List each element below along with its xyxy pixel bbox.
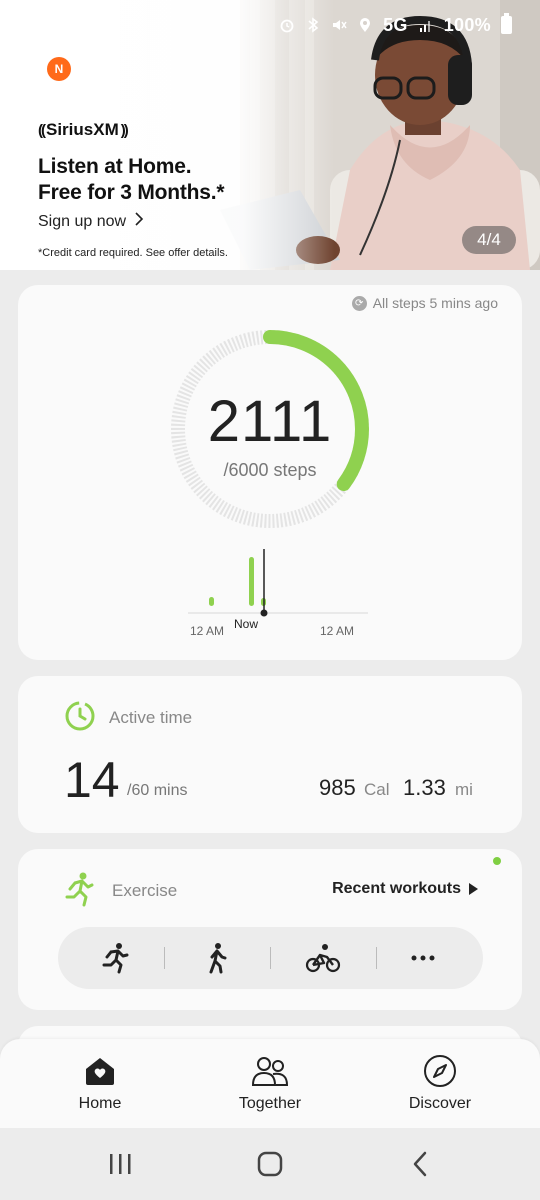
running-icon[interactable] [96,939,134,977]
alarm-icon [279,17,295,33]
location-icon [357,17,373,33]
exercise-runner-icon [65,872,94,907]
active-time-title: Active time [109,708,193,727]
calories-unit: Cal [364,780,390,799]
nav-discover[interactable]: Discover [375,1053,505,1113]
exercise-title: Exercise [112,881,178,900]
distance-value: 1.33 [403,775,446,800]
steps-goal: /6000 steps [223,460,317,480]
cycling-icon[interactable] [304,939,342,977]
separator [164,947,165,969]
promo-headline: Listen at Home. Free for 3 Months.* [38,154,225,206]
home-button[interactable] [250,1148,290,1180]
steps-card[interactable]: ⟳ All steps 5 mins ago 2111 /6000 steps … [18,285,522,660]
together-icon [205,1053,335,1089]
distance-unit: mi [455,780,473,799]
recent-apps-button[interactable] [100,1148,140,1180]
bottom-navigation: Home Together Discover [0,1039,540,1128]
bluetooth-icon [305,17,321,33]
nav-together-label: Together [238,1095,302,1112]
walking-icon[interactable] [198,939,236,977]
sign-up-label: Sign up now [38,212,127,230]
now-marker-dot [260,609,268,617]
separator [376,947,377,969]
chevron-right-icon [134,212,144,231]
radio-waves-icon: (( [38,121,46,139]
separator [270,947,271,969]
brand-name: SiriusXM [46,120,119,139]
nav-discover-label: Discover [408,1095,472,1112]
brand-logo: (( SiriusXM )) [38,120,129,140]
steps-count: 2111 [207,389,333,454]
timeline-bar [249,557,254,606]
calories-value: 985 [319,775,356,800]
chart-end-label: 12 AM [320,624,355,638]
recent-workouts-link[interactable]: Recent workouts [332,880,478,898]
recent-apps-icon [110,1154,131,1174]
mute-icon [331,17,347,33]
chart-start-label: 12 AM [190,624,225,638]
exercise-card[interactable]: Exercise Recent workouts [18,849,522,1010]
timer-icon [65,701,95,731]
battery-percent: 100% [443,14,491,35]
promo-banner[interactable]: 5G 100% N (( SiriusXM )) Listen at Home.… [0,0,540,270]
headline-line-2: Free for 3 Months.* [38,181,225,204]
sync-status: ⟳ All steps 5 mins ago [351,295,498,311]
nav-home[interactable]: Home [35,1053,165,1113]
headline-line-1: Listen at Home. [38,155,192,178]
compass-icon [375,1053,505,1089]
sign-up-link[interactable]: Sign up now [38,212,144,231]
sync-icon: ⟳ [351,295,367,311]
active-time-card[interactable]: Active time 14 /60 mins 985 Cal 1.33 mi [18,676,522,833]
banner-pager: 4/4 [462,226,516,254]
timeline-bar [209,597,214,606]
radio-waves-icon: )) [120,121,129,139]
active-time-goal: /60 mins [127,782,188,799]
system-navigation-bar [0,1128,540,1200]
more-icon[interactable] [404,939,442,977]
home-square-icon [257,1151,283,1177]
active-time-value: 14 [64,752,120,808]
nav-home-label: Home [78,1095,122,1112]
sync-text: All steps 5 mins ago [372,295,498,311]
battery-icon [501,13,512,34]
chart-now-label: Now [234,617,259,631]
quick-workout-bar [58,927,483,989]
notification-badge[interactable]: N [47,57,71,81]
signal-icon [418,17,434,33]
status-bar: 5G 100% [279,12,512,38]
promo-disclaimer: *Credit card required. See offer details… [38,247,228,259]
back-button[interactable] [400,1148,440,1180]
new-indicator-dot [493,857,501,865]
back-chevron-icon [413,1151,427,1177]
recent-workouts-label: Recent workouts [332,880,461,897]
home-icon [35,1053,165,1089]
nav-together[interactable]: Together [205,1053,335,1113]
network-type: 5G [383,14,408,35]
play-arrow-icon [469,883,478,895]
